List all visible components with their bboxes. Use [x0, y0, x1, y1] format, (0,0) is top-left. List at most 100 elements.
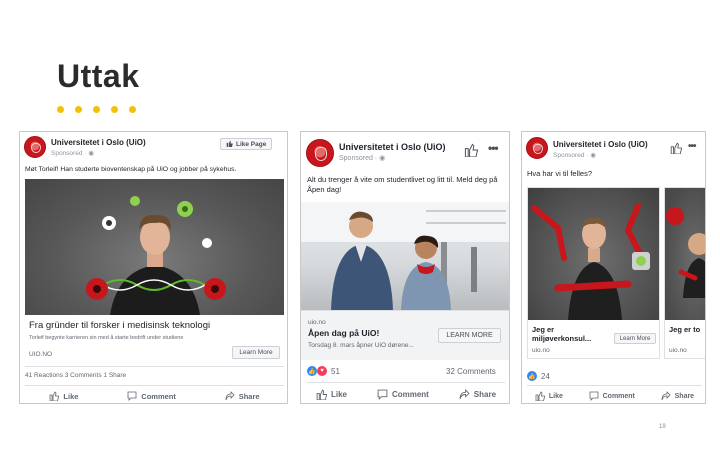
ad-image-students[interactable]	[301, 202, 509, 310]
accent-dot	[93, 106, 100, 113]
facebook-ad-card-2: Universitetet i Oslo (UiO) Sponsored · ◉…	[300, 131, 510, 404]
facebook-ad-card-3: Universitetet i Oslo (UiO) Sponsored · ◉…	[521, 131, 706, 404]
thumbs-up-icon	[50, 391, 60, 401]
like-page-button[interactable]: Like Page	[220, 138, 273, 150]
ad-description: Torsdag 8. mars åpner UiO dørene...	[308, 342, 414, 349]
comment-icon	[127, 391, 137, 401]
slide-title: Uttak	[57, 58, 140, 94]
carousel-title-2[interactable]: Jeg er to	[669, 325, 700, 334]
comment-button[interactable]: Comment	[377, 389, 429, 400]
uio-logo-avatar[interactable]	[24, 136, 46, 158]
sponsored-label: Sponsored · ◉	[339, 154, 385, 162]
page-name[interactable]: Universitetet i Oslo (UiO)	[553, 140, 648, 149]
comments-count[interactable]: 32 Comments	[446, 367, 496, 376]
carousel-domain-2: uio.no	[669, 347, 687, 354]
thumbs-up-icon[interactable]	[464, 143, 478, 157]
action-bar: Like Comment Share	[25, 388, 284, 403]
comment-button[interactable]: Comment	[589, 391, 635, 401]
thumbs-up-icon	[535, 391, 545, 401]
page-name[interactable]: Universitetet i Oslo (UiO)	[339, 142, 446, 152]
share-button[interactable]: Share	[661, 391, 694, 401]
reactions-count: 24	[541, 371, 550, 381]
like-reaction-icon: 👍	[307, 366, 317, 376]
ad-domain: uio.no	[308, 319, 326, 326]
ad-headline[interactable]: Fra gründer til forsker i medisinsk tekn…	[29, 321, 210, 331]
love-reaction-icon: ♥	[317, 366, 327, 376]
globe-icon: ◉	[88, 150, 94, 157]
carousel-title-1[interactable]: Jeg er miljøverkonsul...	[532, 325, 612, 343]
post-text: Hva har vi til felles?	[527, 169, 593, 178]
divider	[307, 382, 505, 383]
sponsored-text: Sponsored ·	[339, 155, 380, 162]
comment-icon	[377, 389, 388, 400]
ad-description: Torleif begynte karrieren sin med å star…	[29, 335, 184, 341]
engagement-stats[interactable]: 41 Reactions 3 Comments 1 Share	[25, 372, 126, 379]
accent-dots	[57, 106, 136, 113]
like-label: Like	[63, 391, 79, 401]
ad-image-torleif[interactable]	[25, 179, 284, 315]
uio-logo-avatar[interactable]	[306, 139, 334, 167]
globe-icon: ◉	[379, 155, 386, 162]
link-preview[interactable]: Fra gründer til forsker i medisinsk tekn…	[25, 315, 284, 365]
learn-more-button[interactable]: Learn More	[232, 346, 280, 359]
like-button[interactable]: Like	[316, 388, 347, 400]
like-button[interactable]: Like	[49, 391, 78, 401]
illustration-second	[666, 207, 705, 298]
post-text: Alt du trenger å vite om studentlivet og…	[307, 175, 498, 194]
share-button[interactable]: Share	[459, 388, 496, 400]
action-bar: Like Comment Share	[301, 386, 509, 402]
sponsored-text: Sponsored ·	[553, 152, 591, 159]
more-options-icon[interactable]: •••	[488, 142, 499, 154]
illustration-consultant	[531, 203, 650, 320]
learn-more-button[interactable]: LEARN MORE	[438, 328, 501, 343]
carousel-image-2	[665, 188, 705, 320]
share-label: Share	[674, 392, 695, 400]
comment-label: Comment	[602, 392, 635, 400]
share-icon	[661, 391, 671, 401]
divider	[25, 366, 284, 367]
engagement-stats[interactable]: 👍 24	[527, 371, 550, 381]
link-preview[interactable]: uio.no Åpen dag på UiO! Torsdag 8. mars …	[301, 310, 509, 360]
like-button[interactable]: Like	[535, 391, 563, 401]
sponsored-text: Sponsored ·	[51, 150, 89, 157]
carousel-domain-1: uio.no	[532, 347, 550, 354]
comment-icon	[589, 391, 599, 401]
engagement-stats[interactable]: 👍 ♥ 51	[307, 366, 340, 376]
comment-label: Comment	[141, 391, 176, 401]
share-icon	[225, 391, 235, 401]
sponsored-label: Sponsored · ◉	[51, 149, 94, 157]
page-name[interactable]: Universitetet i Oslo (UiO)	[51, 138, 146, 147]
post-header: Universitetet i Oslo (UiO) Sponsored · ◉…	[20, 132, 287, 168]
comment-button[interactable]: Comment	[127, 391, 176, 401]
share-icon	[459, 388, 470, 399]
carousel-card-1[interactable]: Jeg er miljøverkonsul... uio.no Learn Mo…	[527, 187, 660, 359]
ad-headline[interactable]: Åpen dag på UiO!	[308, 328, 379, 338]
like-reaction-icon: 👍	[527, 371, 537, 381]
slide-page-number: 19	[659, 424, 666, 430]
thumbs-up-icon	[226, 140, 233, 149]
photo-students	[301, 202, 509, 310]
accent-dot	[57, 106, 64, 113]
accent-dot	[111, 106, 118, 113]
accent-dot	[129, 106, 136, 113]
stats-text: 41 Reactions 3 Comments 1 Share	[25, 372, 127, 379]
thumbs-up-icon[interactable]	[670, 142, 682, 154]
reactions-count: 51	[331, 366, 340, 376]
like-page-label: Like Page	[236, 140, 267, 148]
sponsored-label: Sponsored · ◉	[553, 151, 596, 159]
more-options-icon[interactable]: •••	[688, 142, 696, 152]
share-button[interactable]: Share	[225, 391, 260, 401]
facebook-ad-card-1: Universitetet i Oslo (UiO) Sponsored · ◉…	[19, 131, 288, 404]
carousel-learn-more-button[interactable]: Learn More	[614, 333, 656, 344]
share-label: Share	[238, 391, 260, 401]
accent-dot	[75, 106, 82, 113]
uio-logo-avatar[interactable]	[526, 137, 548, 159]
divider	[25, 385, 284, 386]
carousel-card-2[interactable]: Jeg er to uio.no	[664, 187, 705, 359]
like-label: Like	[330, 389, 347, 399]
like-label: Like	[548, 392, 563, 400]
ad-domain: UIO.NO	[29, 351, 53, 358]
globe-icon: ◉	[590, 152, 596, 159]
carousel-image-1	[528, 188, 659, 320]
action-bar: Like Comment Share	[522, 388, 705, 403]
